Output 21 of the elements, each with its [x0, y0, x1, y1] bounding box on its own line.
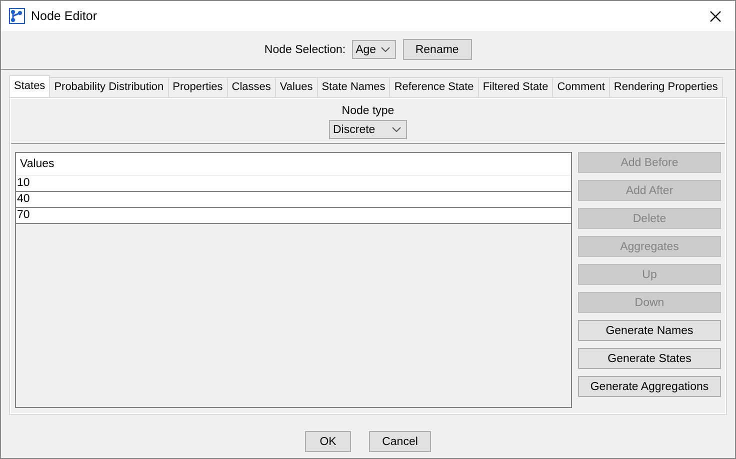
dialog-button[interactable]: Cancel: [369, 431, 431, 452]
tab[interactable]: Rendering Properties: [608, 77, 723, 97]
chevron-icon: [392, 127, 401, 132]
close-icon[interactable]: [710, 10, 721, 22]
node-selection-dropdown[interactable]: Age: [352, 40, 396, 59]
rename-button[interactable]: Rename: [402, 39, 472, 60]
dialog-button[interactable]: OK: [305, 431, 351, 452]
chevron-icon: [380, 47, 390, 52]
node-selection-label: Node Selection:: [264, 44, 346, 56]
table-cell[interactable]: 40: [16, 192, 571, 208]
tab[interactable]: States: [9, 75, 50, 97]
action-button[interactable]: Generate Names: [578, 320, 721, 341]
node-type-dropdown[interactable]: Discrete: [329, 120, 407, 139]
action-button[interactable]: Generate Aggregations: [578, 376, 721, 397]
table-cell[interactable]: 70: [16, 208, 571, 224]
node-type-label: Node type: [342, 105, 394, 117]
window-title: Node Editor: [31, 9, 98, 23]
column-header: Values: [16, 153, 571, 176]
table-cell[interactable]: 10: [16, 176, 571, 192]
app-icon: [9, 8, 25, 24]
action-button[interactable]: Generate States: [578, 348, 721, 369]
